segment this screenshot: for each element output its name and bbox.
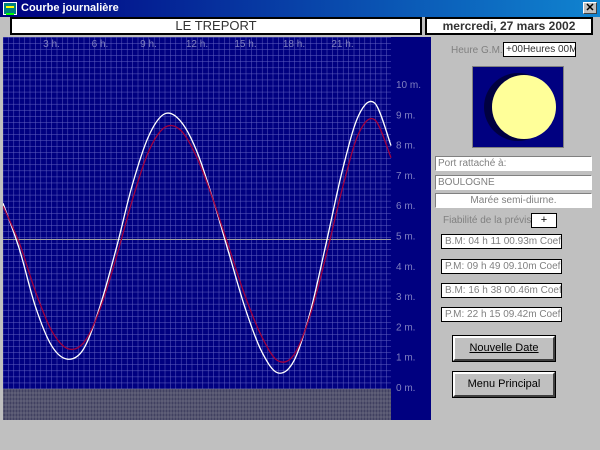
y-tick-label: 0 m. xyxy=(396,383,415,394)
location-field: LE TREPORT xyxy=(10,17,422,35)
moon-phase-display xyxy=(472,66,564,148)
y-tick-label: 3 m. xyxy=(396,292,415,303)
y-tick-label: 1 m. xyxy=(396,353,415,364)
tide-chart: 3 h. 6 h. 9 h. 12 h. 15 h. 18 h. 21 h. 0 m. 1 m.… xyxy=(3,37,431,420)
y-tick-label: 2 m. xyxy=(396,322,415,333)
gmt-label: Heure G.M.T. xyxy=(451,45,511,56)
y-tick-label: 4 m. xyxy=(396,262,415,273)
gmt-field[interactable]: +00Heures 00Min xyxy=(503,42,576,57)
app-icon xyxy=(3,2,17,15)
nouvelle-date-button[interactable]: Nouvelle Date xyxy=(452,335,556,362)
y-tick-label: 9 m. xyxy=(396,110,415,121)
y-tick-label: 7 m. xyxy=(396,171,415,182)
x-tick-label: 9 h. xyxy=(140,39,157,50)
fiabilite-field: + xyxy=(531,213,557,228)
nouvelle-date-label: Nouvelle Date xyxy=(469,342,539,354)
y-tick-label: 5 m. xyxy=(396,232,415,243)
x-tick-label: 6 h. xyxy=(92,39,109,50)
x-tick-label: 21 h. xyxy=(331,39,353,50)
y-tick-label: 8 m. xyxy=(396,141,415,152)
maree-type-field: Marée semi-diurne. xyxy=(435,193,592,208)
x-tick-label: 3 h. xyxy=(43,39,60,50)
title-bar: Courbe journalière ✕ xyxy=(0,0,600,17)
tide-row: P.M: 09 h 49 09.10m Coef : 88 xyxy=(441,259,562,274)
window-title: Courbe journalière xyxy=(21,2,119,14)
date-field: mercredi, 27 mars 2002 xyxy=(425,17,593,35)
chart-background xyxy=(3,37,431,420)
port-label-field: Port rattaché à: xyxy=(435,156,592,171)
x-tick-label: 15 h. xyxy=(234,39,256,50)
port-field: BOULOGNE xyxy=(435,175,592,190)
y-tick-label: 10 m. xyxy=(396,80,421,91)
x-tick-label: 18 h. xyxy=(283,39,305,50)
close-button[interactable]: ✕ xyxy=(583,2,597,14)
tide-row: B.M: 04 h 11 00.93m Coef : xyxy=(441,234,562,249)
x-tick-label: 12 h. xyxy=(186,39,208,50)
tide-row: B.M: 16 h 38 00.46m Coef : xyxy=(441,283,562,298)
moon-phase-icon xyxy=(473,67,563,147)
y-tick-label: 6 m. xyxy=(396,201,415,212)
menu-principal-button[interactable]: Menu Principal xyxy=(452,371,556,398)
tide-row: P.M: 22 h 15 09.42m Coef : 96 xyxy=(441,307,562,322)
